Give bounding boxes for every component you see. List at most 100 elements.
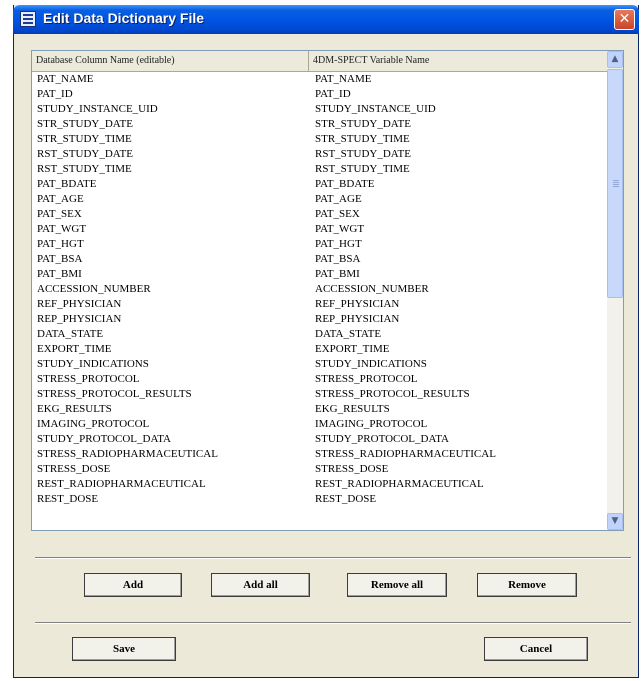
window-title: Edit Data Dictionary File [43,10,205,26]
table-row[interactable]: STRESS_PROTOCOL_RESULTS STRESS_PROTOCOL_R… [32,387,609,402]
variable-name-cell: STR_STUDY_DATE [315,118,411,130]
column-header-variable-name[interactable]: 4DM-SPECT Variable Name [309,51,609,71]
table-row[interactable]: STUDY_INDICATIONS STUDY_INDICATIONS [32,357,609,372]
database-column-name-cell[interactable]: REST_RADIOPHARMACEUTICAL [37,477,206,492]
table-row[interactable]: PAT_WGT PAT_WGT [32,222,609,237]
table-row[interactable]: PAT_HGT PAT_HGT [32,237,609,252]
database-column-name-cell[interactable]: IMAGING_PROTOCOL [37,417,149,432]
variable-name-cell: STRESS_PROTOCOL [315,373,418,385]
table-row[interactable]: REST_DOSE REST_DOSE [32,492,609,507]
data-dictionary-table[interactable]: Database Column Name (editable) 4DM-SPEC… [31,50,624,531]
table-row[interactable]: STRESS_DOSE STRESS_DOSE [32,462,609,477]
variable-name-cell: ACCESSION_NUMBER [315,283,429,295]
table-row[interactable]: RST_STUDY_DATE RST_STUDY_DATE [32,147,609,162]
table-row[interactable]: STUDY_INSTANCE_UID STUDY_INSTANCE_UID [32,102,609,117]
database-column-name-cell[interactable]: PAT_BMI [37,267,82,282]
database-column-name-cell[interactable]: EKG_RESULTS [37,402,112,417]
add-all-button[interactable]: Add all [211,573,310,597]
variable-name-cell: STUDY_INSTANCE_UID [315,103,436,115]
table-row[interactable]: REST_RADIOPHARMACEUTICAL REST_RADIOPHARMA… [32,477,609,492]
table-row[interactable]: PAT_BSA PAT_BSA [32,252,609,267]
table-row[interactable]: REF_PHYSICIAN REF_PHYSICIAN [32,297,609,312]
table-row[interactable]: PAT_BDATE PAT_BDATE [32,177,609,192]
scroll-up-icon[interactable]: ▲ [607,51,623,68]
variable-name-cell: REST_DOSE [315,493,377,505]
table-row[interactable]: PAT_SEX PAT_SEX [32,207,609,222]
variable-name-cell: PAT_NAME [315,73,372,85]
table-row[interactable]: RST_STUDY_TIME RST_STUDY_TIME [32,162,609,177]
database-column-name-cell[interactable]: STRESS_RADIOPHARMACEUTICAL [37,447,218,462]
database-column-name-cell[interactable]: STRESS_DOSE [37,462,110,477]
database-column-name-cell[interactable]: PAT_BDATE [37,177,97,192]
database-column-name-cell[interactable]: PAT_WGT [37,222,86,237]
table-row[interactable]: PAT_ID PAT_ID [32,87,609,102]
add-button[interactable]: Add [84,573,182,597]
table-row[interactable]: IMAGING_PROTOCOL IMAGING_PROTOCOL [32,417,609,432]
table-row[interactable]: PAT_AGE PAT_AGE [32,192,609,207]
variable-name-cell: REST_RADIOPHARMACEUTICAL [315,478,484,490]
table-row[interactable]: PAT_BMI PAT_BMI [32,267,609,282]
vertical-scrollbar[interactable]: ▲ ▼ [607,51,623,530]
database-column-name-cell[interactable]: REF_PHYSICIAN [37,297,121,312]
table-row[interactable]: EKG_RESULTS EKG_RESULTS [32,402,609,417]
table-row[interactable]: EXPORT_TIME EXPORT_TIME [32,342,609,357]
table-row[interactable]: ACCESSION_NUMBER ACCESSION_NUMBER [32,282,609,297]
remove-button[interactable]: Remove [477,573,577,597]
variable-name-cell: IMAGING_PROTOCOL [315,418,428,430]
database-column-name-cell[interactable]: STRESS_PROTOCOL_RESULTS [37,387,192,402]
variable-name-cell: PAT_ID [315,88,351,100]
database-column-name-cell[interactable]: RST_STUDY_DATE [37,147,133,162]
database-column-name-cell[interactable]: PAT_HGT [37,237,84,252]
edit-data-dictionary-dialog: Edit Data Dictionary File ✕ Database Col… [13,5,639,678]
table-row[interactable]: STRESS_PROTOCOL STRESS_PROTOCOL [32,372,609,387]
table-row[interactable]: STUDY_PROTOCOL_DATA STUDY_PROTOCOL_DATA [32,432,609,447]
variable-name-cell: DATA_STATE [315,328,382,340]
variable-name-cell: STRESS_RADIOPHARMACEUTICAL [315,448,496,460]
table-row[interactable]: STRESS_RADIOPHARMACEUTICAL STRESS_RADIOPH… [32,447,609,462]
database-column-name-cell[interactable]: RST_STUDY_TIME [37,162,132,177]
database-column-name-cell[interactable]: ACCESSION_NUMBER [37,282,151,297]
variable-name-cell: PAT_SEX [315,208,360,220]
variable-name-cell: PAT_HGT [315,238,362,250]
table-row[interactable]: PAT_NAME PAT_NAME [32,72,609,87]
variable-name-cell: STRESS_PROTOCOL_RESULTS [315,388,470,400]
database-column-name-cell[interactable]: STUDY_PROTOCOL_DATA [37,432,171,447]
variable-name-cell: STR_STUDY_TIME [315,133,410,145]
column-header-database-column[interactable]: Database Column Name (editable) [32,51,309,71]
database-column-name-cell[interactable]: REP_PHYSICIAN [37,312,121,327]
database-column-name-cell[interactable]: STR_STUDY_DATE [37,117,133,132]
database-column-name-cell[interactable]: PAT_ID [37,87,73,102]
window-icon [20,11,36,27]
database-column-name-cell[interactable]: PAT_SEX [37,207,82,222]
database-column-name-cell[interactable]: PAT_NAME [37,72,93,87]
variable-name-cell: PAT_BMI [315,268,360,280]
scrollbar-thumb[interactable] [607,69,623,298]
table-row[interactable]: REP_PHYSICIAN REP_PHYSICIAN [32,312,609,327]
variable-name-cell: REP_PHYSICIAN [315,313,400,325]
remove-all-button[interactable]: Remove all [347,573,447,597]
variable-name-cell: PAT_AGE [315,193,362,205]
database-column-name-cell[interactable]: STR_STUDY_TIME [37,132,132,147]
variable-name-cell: REF_PHYSICIAN [315,298,400,310]
database-column-name-cell[interactable]: STUDY_INDICATIONS [37,357,149,372]
database-column-name-cell[interactable]: PAT_BSA [37,252,82,267]
save-button[interactable]: Save [72,637,176,661]
table-header: Database Column Name (editable) 4DM-SPEC… [32,51,609,72]
variable-name-cell: RST_STUDY_DATE [315,148,411,160]
database-column-name-cell[interactable]: STRESS_PROTOCOL [37,372,140,387]
scroll-down-icon[interactable]: ▼ [607,513,623,530]
title-bar[interactable]: Edit Data Dictionary File ✕ [13,5,639,34]
database-column-name-cell[interactable]: PAT_AGE [37,192,84,207]
database-column-name-cell[interactable]: DATA_STATE [37,327,103,342]
table-row[interactable]: STR_STUDY_TIME STR_STUDY_TIME [32,132,609,147]
database-column-name-cell[interactable]: STUDY_INSTANCE_UID [37,102,158,117]
database-column-name-cell[interactable]: REST_DOSE [37,492,98,507]
variable-name-cell: PAT_BSA [315,253,361,265]
cancel-button[interactable]: Cancel [484,637,588,661]
variable-name-cell: EKG_RESULTS [315,403,390,415]
table-row[interactable]: DATA_STATE DATA_STATE [32,327,609,342]
close-icon[interactable]: ✕ [614,9,635,30]
variable-name-cell: RST_STUDY_TIME [315,163,410,175]
table-row[interactable]: STR_STUDY_DATE STR_STUDY_DATE [32,117,609,132]
database-column-name-cell[interactable]: EXPORT_TIME [37,342,112,357]
